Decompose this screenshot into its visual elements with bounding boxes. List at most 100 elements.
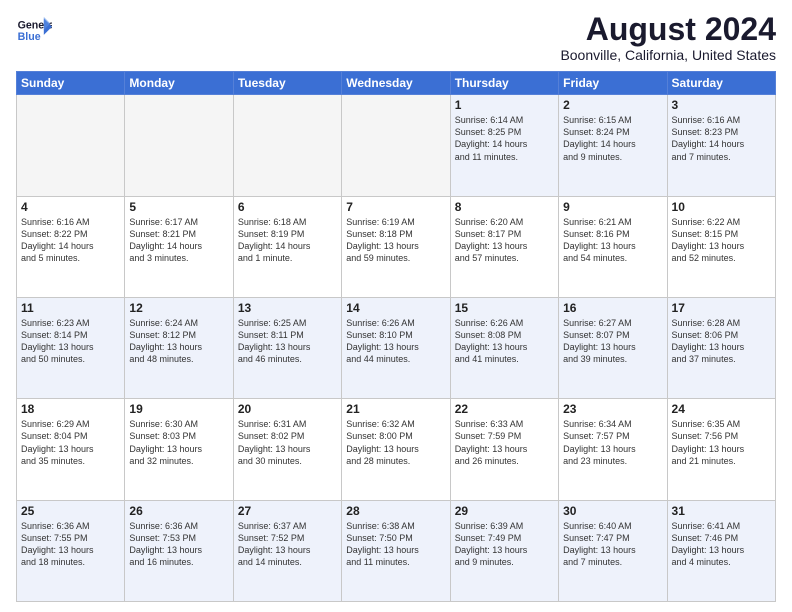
day-info: Sunrise: 6:25 AM Sunset: 8:11 PM Dayligh… [238, 317, 337, 366]
calendar-cell: 20 Sunrise: 6:31 AM Sunset: 8:02 PM Dayli… [233, 399, 341, 500]
day-info: Sunrise: 6:36 AM Sunset: 7:55 PM Dayligh… [21, 520, 120, 569]
calendar-cell: 21 Sunrise: 6:32 AM Sunset: 8:00 PM Dayli… [342, 399, 450, 500]
day-number: 16 [563, 301, 662, 315]
day-info: Sunrise: 6:29 AM Sunset: 8:04 PM Dayligh… [21, 418, 120, 467]
col-saturday: Saturday [667, 72, 775, 95]
day-info: Sunrise: 6:30 AM Sunset: 8:03 PM Dayligh… [129, 418, 228, 467]
day-number: 30 [563, 504, 662, 518]
calendar-cell: 22 Sunrise: 6:33 AM Sunset: 7:59 PM Dayli… [450, 399, 558, 500]
day-info: Sunrise: 6:21 AM Sunset: 8:16 PM Dayligh… [563, 216, 662, 265]
calendar-cell [233, 95, 341, 196]
day-info: Sunrise: 6:16 AM Sunset: 8:23 PM Dayligh… [672, 114, 771, 163]
day-number: 1 [455, 98, 554, 112]
col-friday: Friday [559, 72, 667, 95]
calendar-cell [342, 95, 450, 196]
col-tuesday: Tuesday [233, 72, 341, 95]
day-info: Sunrise: 6:39 AM Sunset: 7:49 PM Dayligh… [455, 520, 554, 569]
calendar-cell [17, 95, 125, 196]
day-number: 14 [346, 301, 445, 315]
col-monday: Monday [125, 72, 233, 95]
logo: General Blue [16, 12, 52, 48]
day-info: Sunrise: 6:26 AM Sunset: 8:10 PM Dayligh… [346, 317, 445, 366]
header: General Blue August 2024 Boonville, Cali… [16, 12, 776, 63]
day-number: 20 [238, 402, 337, 416]
day-number: 21 [346, 402, 445, 416]
page: General Blue August 2024 Boonville, Cali… [0, 0, 792, 612]
day-info: Sunrise: 6:28 AM Sunset: 8:06 PM Dayligh… [672, 317, 771, 366]
day-number: 7 [346, 200, 445, 214]
calendar-cell: 28Sunrise: 6:38 AM Sunset: 7:50 PM Dayli… [342, 500, 450, 601]
calendar-cell: 14 Sunrise: 6:26 AM Sunset: 8:10 PM Dayli… [342, 297, 450, 398]
day-number: 19 [129, 402, 228, 416]
day-number: 11 [21, 301, 120, 315]
calendar-cell: 31 Sunrise: 6:41 AM Sunset: 7:46 PM Dayli… [667, 500, 775, 601]
day-number: 3 [672, 98, 771, 112]
day-info: Sunrise: 6:41 AM Sunset: 7:46 PM Dayligh… [672, 520, 771, 569]
col-wednesday: Wednesday [342, 72, 450, 95]
day-number: 22 [455, 402, 554, 416]
day-info: Sunrise: 6:19 AM Sunset: 8:18 PM Dayligh… [346, 216, 445, 265]
day-info: Sunrise: 6:26 AM Sunset: 8:08 PM Dayligh… [455, 317, 554, 366]
day-info: Sunrise: 6:14 AM Sunset: 8:25 PM Dayligh… [455, 114, 554, 163]
day-number: 27 [238, 504, 337, 518]
day-number: 8 [455, 200, 554, 214]
day-info: Sunrise: 6:17 AM Sunset: 8:21 PM Dayligh… [129, 216, 228, 265]
calendar-cell: 24 Sunrise: 6:35 AM Sunset: 7:56 PM Dayli… [667, 399, 775, 500]
day-number: 2 [563, 98, 662, 112]
col-thursday: Thursday [450, 72, 558, 95]
calendar-week-5: 25 Sunrise: 6:36 AM Sunset: 7:55 PM Dayli… [17, 500, 776, 601]
logo-icon: General Blue [16, 12, 52, 48]
calendar-cell: 16 Sunrise: 6:27 AM Sunset: 8:07 PM Dayli… [559, 297, 667, 398]
day-info: Sunrise: 6:31 AM Sunset: 8:02 PM Dayligh… [238, 418, 337, 467]
calendar-title: August 2024 [560, 12, 776, 47]
calendar-cell: 11 Sunrise: 6:23 AM Sunset: 8:14 PM Dayli… [17, 297, 125, 398]
day-number: 31 [672, 504, 771, 518]
calendar-cell: 10Sunrise: 6:22 AM Sunset: 8:15 PM Dayli… [667, 196, 775, 297]
calendar-cell: 9 Sunrise: 6:21 AM Sunset: 8:16 PM Daylig… [559, 196, 667, 297]
day-number: 13 [238, 301, 337, 315]
day-number: 4 [21, 200, 120, 214]
day-info: Sunrise: 6:24 AM Sunset: 8:12 PM Dayligh… [129, 317, 228, 366]
day-number: 5 [129, 200, 228, 214]
day-info: Sunrise: 6:33 AM Sunset: 7:59 PM Dayligh… [455, 418, 554, 467]
calendar-cell: 27 Sunrise: 6:37 AM Sunset: 7:52 PM Dayli… [233, 500, 341, 601]
day-info: Sunrise: 6:36 AM Sunset: 7:53 PM Dayligh… [129, 520, 228, 569]
calendar-cell: 30 Sunrise: 6:40 AM Sunset: 7:47 PM Dayli… [559, 500, 667, 601]
day-number: 17 [672, 301, 771, 315]
svg-text:Blue: Blue [18, 31, 41, 43]
day-number: 26 [129, 504, 228, 518]
day-number: 9 [563, 200, 662, 214]
calendar-cell: 18 Sunrise: 6:29 AM Sunset: 8:04 PM Dayli… [17, 399, 125, 500]
header-row: Sunday Monday Tuesday Wednesday Thursday… [17, 72, 776, 95]
day-info: Sunrise: 6:27 AM Sunset: 8:07 PM Dayligh… [563, 317, 662, 366]
day-info: Sunrise: 6:23 AM Sunset: 8:14 PM Dayligh… [21, 317, 120, 366]
calendar-cell: 29Sunrise: 6:39 AM Sunset: 7:49 PM Dayli… [450, 500, 558, 601]
day-info: Sunrise: 6:32 AM Sunset: 8:00 PM Dayligh… [346, 418, 445, 467]
day-number: 28 [346, 504, 445, 518]
day-info: Sunrise: 6:35 AM Sunset: 7:56 PM Dayligh… [672, 418, 771, 467]
calendar-week-1: 1 Sunrise: 6:14 AM Sunset: 8:25 PM Daylig… [17, 95, 776, 196]
day-number: 12 [129, 301, 228, 315]
day-number: 24 [672, 402, 771, 416]
day-info: Sunrise: 6:18 AM Sunset: 8:19 PM Dayligh… [238, 216, 337, 265]
calendar-cell: 12 Sunrise: 6:24 AM Sunset: 8:12 PM Dayli… [125, 297, 233, 398]
day-number: 18 [21, 402, 120, 416]
day-number: 15 [455, 301, 554, 315]
day-info: Sunrise: 6:20 AM Sunset: 8:17 PM Dayligh… [455, 216, 554, 265]
calendar-week-2: 4 Sunrise: 6:16 AM Sunset: 8:22 PM Daylig… [17, 196, 776, 297]
day-number: 6 [238, 200, 337, 214]
day-info: Sunrise: 6:16 AM Sunset: 8:22 PM Dayligh… [21, 216, 120, 265]
day-info: Sunrise: 6:40 AM Sunset: 7:47 PM Dayligh… [563, 520, 662, 569]
calendar-cell: 13 Sunrise: 6:25 AM Sunset: 8:11 PM Dayli… [233, 297, 341, 398]
calendar-cell: 1 Sunrise: 6:14 AM Sunset: 8:25 PM Daylig… [450, 95, 558, 196]
calendar-cell: 8 Sunrise: 6:20 AM Sunset: 8:17 PM Daylig… [450, 196, 558, 297]
calendar-cell: 5 Sunrise: 6:17 AM Sunset: 8:21 PM Daylig… [125, 196, 233, 297]
calendar-cell: 2Sunrise: 6:15 AM Sunset: 8:24 PM Daylig… [559, 95, 667, 196]
day-number: 23 [563, 402, 662, 416]
calendar-table: Sunday Monday Tuesday Wednesday Thursday… [16, 71, 776, 602]
calendar-cell: 26 Sunrise: 6:36 AM Sunset: 7:53 PM Dayli… [125, 500, 233, 601]
calendar-cell: 17 Sunrise: 6:28 AM Sunset: 8:06 PM Dayli… [667, 297, 775, 398]
day-info: Sunrise: 6:37 AM Sunset: 7:52 PM Dayligh… [238, 520, 337, 569]
day-number: 25 [21, 504, 120, 518]
calendar-subtitle: Boonville, California, United States [560, 47, 776, 63]
